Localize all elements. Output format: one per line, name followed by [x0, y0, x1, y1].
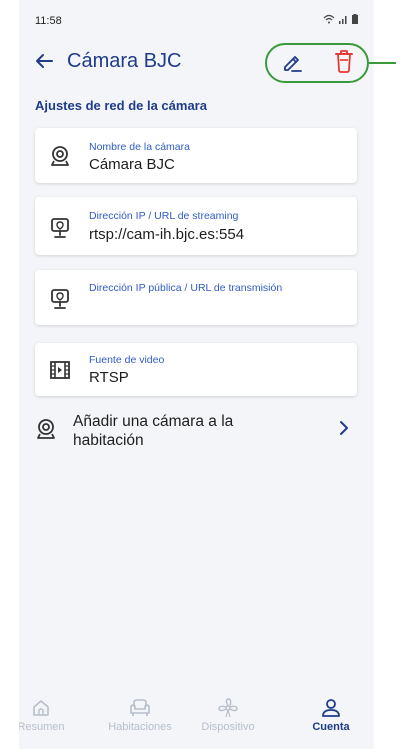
- back-button[interactable]: [31, 48, 57, 74]
- wifi-icon: [323, 14, 335, 24]
- public-url-field[interactable]: Dirección IP pública / URL de transmisió…: [35, 270, 357, 325]
- home-icon: [33, 700, 49, 716]
- nav-item-resumen[interactable]: Resumen: [19, 692, 86, 749]
- ip-camera-pin-icon: [51, 218, 69, 238]
- status-bar: 11:58: [19, 0, 374, 34]
- field-label: Dirección IP / URL de streaming: [89, 210, 239, 222]
- video-source-field[interactable]: Fuente de video RTSP: [35, 343, 357, 396]
- nav-item-habitaciones[interactable]: Habitaciones: [95, 692, 185, 749]
- chevron-right-icon: [340, 421, 348, 435]
- fan-icon: [218, 698, 238, 718]
- film-icon: [50, 361, 70, 379]
- field-label: Nombre de la cámara: [89, 141, 190, 153]
- nav-label: Dispositivo: [201, 721, 255, 733]
- nav-item-dispositivo[interactable]: Dispositivo: [183, 692, 273, 749]
- signal-icon: [339, 15, 347, 24]
- arrow-left-icon: [36, 54, 53, 68]
- nav-label: Cuenta: [312, 721, 350, 733]
- webcam-icon: [51, 146, 69, 166]
- field-label: Dirección IP pública / URL de transmisió…: [89, 282, 283, 294]
- bottom-nav: Resumen Habitaciones Dispositivo Cuenta: [19, 692, 374, 749]
- field-value: rtsp://cam-ih.bjc.es:554: [89, 226, 245, 243]
- armchair-icon: [130, 699, 150, 716]
- section-title: Ajustes de red de la cámara: [35, 98, 207, 113]
- user-icon: [322, 699, 340, 717]
- status-time: 11:58: [35, 15, 62, 27]
- app-screen: 11:58 Cámara BJC Ajustes de red de la cá…: [19, 0, 374, 749]
- nav-label: Resumen: [19, 721, 65, 733]
- nav-item-cuenta[interactable]: Cuenta: [286, 692, 374, 749]
- field-label: Fuente de video: [89, 354, 165, 366]
- highlight-pointer-line: [369, 62, 396, 64]
- nav-label: Habitaciones: [108, 721, 172, 733]
- status-icons: [323, 14, 358, 24]
- battery-icon: [352, 14, 358, 24]
- add-camera-to-room-link[interactable]: Añadir una cámara a la habitación: [35, 412, 357, 452]
- highlight-annotation: [265, 43, 369, 83]
- field-value: RTSP: [89, 369, 129, 386]
- streaming-url-field[interactable]: Dirección IP / URL de streaming rtsp://c…: [35, 197, 357, 255]
- ip-camera-pin-icon: [51, 289, 69, 309]
- camera-name-field[interactable]: Nombre de la cámara Cámara BJC: [35, 128, 357, 183]
- webcam-icon: [37, 419, 55, 439]
- field-value: Cámara BJC: [89, 156, 175, 173]
- page-title: Cámara BJC: [67, 50, 182, 72]
- add-camera-label: Añadir una cámara a la habitación: [73, 413, 234, 449]
